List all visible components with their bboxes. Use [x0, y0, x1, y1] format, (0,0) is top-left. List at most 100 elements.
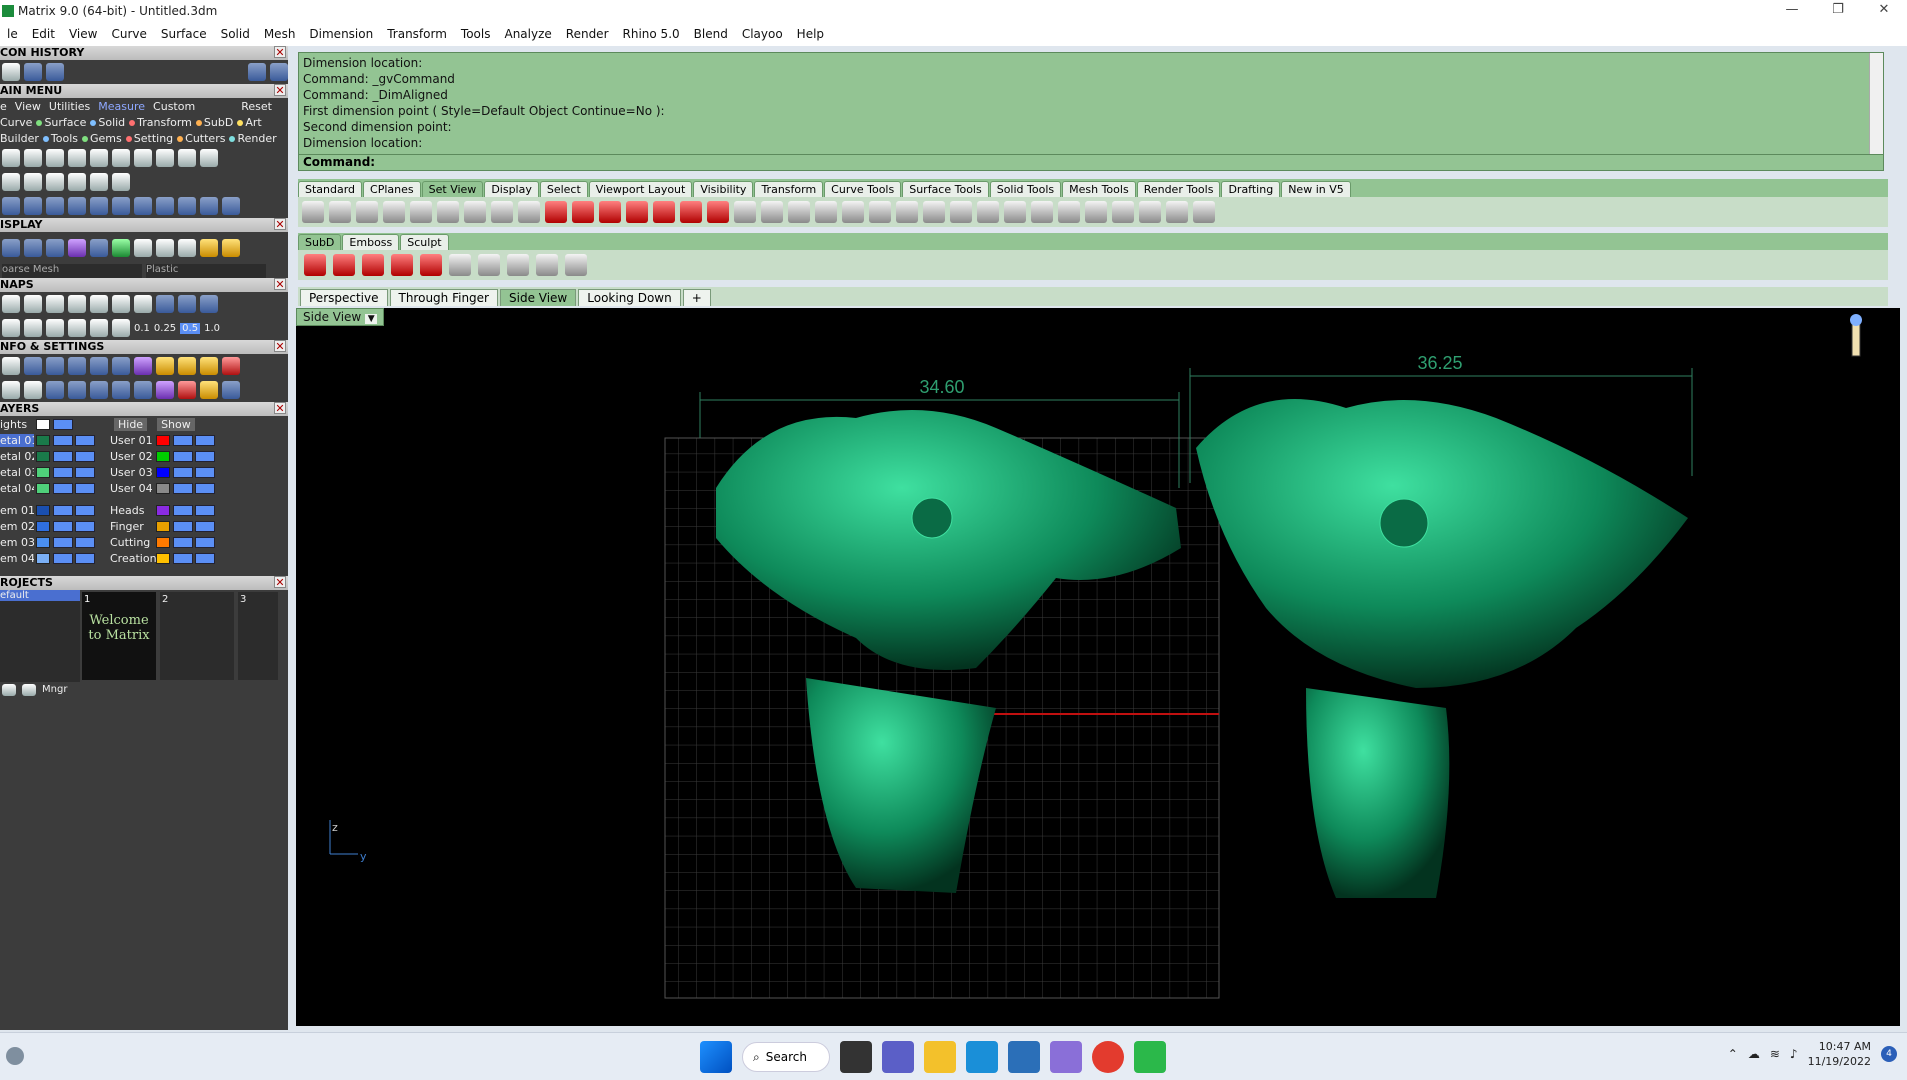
- menu-transform-item[interactable]: Transform: [129, 116, 192, 129]
- curve-icon[interactable]: [134, 197, 152, 215]
- layer-toggle[interactable]: [195, 450, 215, 462]
- zoom-in-icon[interactable]: [518, 201, 540, 223]
- curve-icon[interactable]: [178, 197, 196, 215]
- app-icon[interactable]: [1050, 1041, 1082, 1073]
- curve-icon[interactable]: [2, 197, 20, 215]
- color-swatch[interactable]: [156, 450, 170, 462]
- subd-icon[interactable]: [449, 254, 471, 276]
- history-icon[interactable]: [24, 63, 42, 81]
- menu-setting-item[interactable]: Setting: [125, 132, 173, 145]
- dimension-icon[interactable]: [68, 173, 86, 191]
- menu-tools-item[interactable]: Tools: [42, 132, 78, 145]
- settings-icon[interactable]: [2, 357, 20, 375]
- menu-render-item[interactable]: Render: [229, 132, 277, 145]
- menu-analyze[interactable]: Analyze: [497, 27, 558, 41]
- main-tab[interactable]: Custom: [153, 100, 195, 113]
- forward-arrow-icon[interactable]: [270, 63, 288, 81]
- subd-icon[interactable]: [362, 254, 384, 276]
- snap-icon[interactable]: [68, 295, 86, 313]
- snap-icon[interactable]: [112, 295, 130, 313]
- tab-render-tools[interactable]: Render Tools: [1136, 181, 1221, 197]
- color-swatch[interactable]: [36, 434, 50, 446]
- view-icon[interactable]: [842, 201, 864, 223]
- rotate-icon[interactable]: [329, 201, 351, 223]
- layer-name[interactable]: User 01: [96, 434, 154, 447]
- sphere-icon[interactable]: [134, 239, 152, 257]
- manager-button[interactable]: Mngr: [42, 684, 67, 696]
- toggle-icon[interactable]: [53, 418, 73, 430]
- ring-size-icon[interactable]: [1850, 314, 1862, 357]
- view-icon[interactable]: [950, 201, 972, 223]
- menu-cutters-item[interactable]: Cutters: [177, 132, 225, 145]
- tab-new-in-v5[interactable]: New in V5: [1281, 181, 1351, 197]
- command-prompt[interactable]: Command:: [298, 154, 1884, 171]
- tab-transform[interactable]: Transform: [754, 181, 824, 197]
- close-icon[interactable]: ✕: [274, 46, 286, 59]
- add-tab-button[interactable]: +: [682, 289, 711, 306]
- menu-solid-item[interactable]: Solid: [90, 116, 125, 129]
- layer-name[interactable]: etal 01: [0, 433, 34, 447]
- wifi-icon[interactable]: ≋: [1770, 1047, 1780, 1061]
- settings-icon[interactable]: [200, 357, 218, 375]
- close-button[interactable]: ✕: [1861, 0, 1907, 22]
- cloud-icon[interactable]: ☁: [1748, 1047, 1760, 1061]
- matrix-icon[interactable]: [1134, 1041, 1166, 1073]
- layer-toggle[interactable]: [75, 450, 95, 462]
- snap-icon[interactable]: [112, 319, 130, 337]
- color-swatch[interactable]: [156, 434, 170, 446]
- settings-icon[interactable]: [134, 381, 152, 399]
- color-swatch[interactable]: [36, 552, 50, 564]
- snap-icon[interactable]: [90, 295, 108, 313]
- display-icon[interactable]: [112, 239, 130, 257]
- arrow-icon[interactable]: [2, 684, 16, 696]
- menu-solid[interactable]: Solid: [214, 27, 257, 41]
- layer-toggle[interactable]: [173, 482, 193, 494]
- snap-icon[interactable]: [68, 319, 86, 337]
- layer-name[interactable]: User 04: [96, 482, 154, 495]
- side-viewport[interactable]: 34.60 36.25 z y Side View ▼: [296, 308, 1900, 1026]
- curve-icon[interactable]: [68, 197, 86, 215]
- project-default[interactable]: efault: [0, 590, 80, 601]
- up-arrow-icon[interactable]: [22, 684, 36, 696]
- layer-name[interactable]: Creation: [96, 552, 157, 565]
- settings-icon[interactable]: [2, 381, 20, 399]
- subd-icon[interactable]: [333, 254, 355, 276]
- snap-value[interactable]: 0.25: [154, 323, 176, 334]
- layer-toggle[interactable]: [75, 434, 95, 446]
- measure-icon[interactable]: [46, 149, 64, 167]
- layer-name[interactable]: User 02: [96, 450, 154, 463]
- settings-icon[interactable]: [46, 357, 64, 375]
- settings-icon[interactable]: [90, 381, 108, 399]
- layer-toggle[interactable]: [53, 552, 73, 564]
- layer-toggle[interactable]: [173, 520, 193, 532]
- volume-icon[interactable]: ♪: [1790, 1047, 1798, 1061]
- tab-cplanes[interactable]: CPlanes: [363, 181, 421, 197]
- menu-help[interactable]: Help: [790, 27, 831, 41]
- project-slot[interactable]: 3: [238, 592, 278, 680]
- measure-icon[interactable]: [134, 149, 152, 167]
- close-icon[interactable]: ✕: [274, 340, 286, 353]
- layer-toggle[interactable]: [173, 434, 193, 446]
- layer-toggle[interactable]: [75, 520, 95, 532]
- settings-icon[interactable]: [24, 381, 42, 399]
- layer-toggle[interactable]: [173, 552, 193, 564]
- zoom-extents-icon[interactable]: [383, 201, 405, 223]
- snap-icon[interactable]: [24, 319, 42, 337]
- color-swatch[interactable]: [156, 552, 170, 564]
- show-button[interactable]: Show: [157, 417, 195, 431]
- layer-toggle[interactable]: [75, 536, 95, 548]
- snap-icon[interactable]: [134, 295, 152, 313]
- curve-icon[interactable]: [90, 197, 108, 215]
- pan-icon[interactable]: [302, 201, 324, 223]
- layer-name[interactable]: Cutting: [96, 536, 154, 549]
- tab-drafting[interactable]: Drafting: [1221, 181, 1281, 197]
- snap-value-selected[interactable]: 0.5: [180, 322, 201, 334]
- menu-tools[interactable]: Tools: [454, 27, 498, 41]
- layer-name[interactable]: etal 04: [0, 482, 34, 495]
- tab-emboss[interactable]: Emboss: [342, 234, 400, 250]
- mesh-select[interactable]: oarse Mesh: [2, 264, 142, 278]
- snap-icon[interactable]: [46, 319, 64, 337]
- measure-icon[interactable]: [112, 149, 130, 167]
- sphere-icon[interactable]: [156, 239, 174, 257]
- tab-surface-tools[interactable]: Surface Tools: [902, 181, 989, 197]
